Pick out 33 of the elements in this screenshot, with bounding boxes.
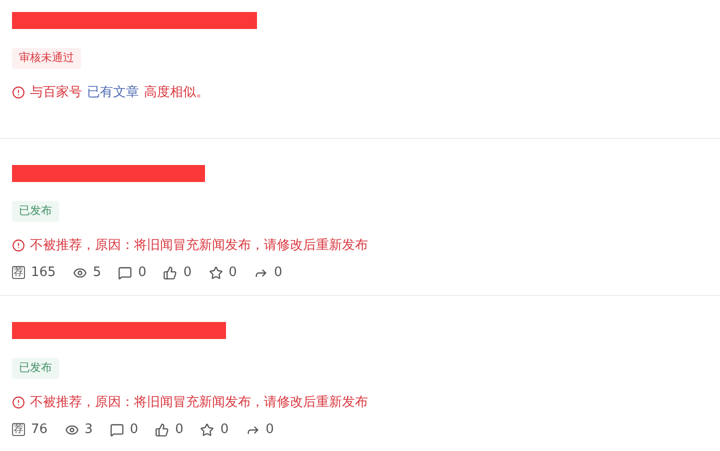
comment-icon [118, 266, 132, 280]
stat-count: 0 [130, 421, 138, 439]
notice-text: 不被推荐，原因：将旧闻冒充新闻发布，请修改后重新发布 [30, 394, 368, 412]
thumbs-up-icon [155, 422, 170, 437]
recommend-icon: 荐 [12, 423, 25, 436]
status-tag: 已发布 [12, 201, 59, 222]
stat-count: 0 [274, 264, 282, 282]
stat-count: 5 [92, 264, 102, 282]
notice-text: 不被推荐，原因：将旧闻冒充新闻发布，请修改后重新发布 [30, 236, 368, 254]
article-link[interactable]: 已有文章 [87, 82, 139, 102]
notice-text: 高度相似。 [144, 84, 209, 102]
status-tag: 已发布 [12, 358, 59, 378]
status-tag: 审核未通过 [12, 48, 81, 68]
notice-text: 与百家号 [30, 84, 82, 102]
stat-count: 0 [228, 264, 237, 282]
comment-icon [110, 422, 124, 437]
star-icon [208, 266, 223, 280]
stat-count: 0 [138, 264, 146, 282]
star-icon [200, 422, 214, 437]
eye-icon [64, 422, 79, 437]
alert-icon [12, 238, 25, 252]
recommend-icon: 荐 [12, 266, 25, 280]
thumbs-up-icon [163, 266, 178, 280]
stat-count: 0 [183, 264, 192, 282]
eye-icon [72, 266, 87, 280]
stat-count: 165 [31, 264, 56, 282]
stat-count: 76 [31, 421, 48, 439]
stat-count: 0 [220, 421, 229, 439]
stat-count: 0 [266, 421, 274, 439]
stat-count: 3 [84, 421, 93, 439]
alert-icon [12, 86, 25, 99]
stat-count: 0 [175, 421, 184, 439]
alert-icon [12, 396, 25, 409]
